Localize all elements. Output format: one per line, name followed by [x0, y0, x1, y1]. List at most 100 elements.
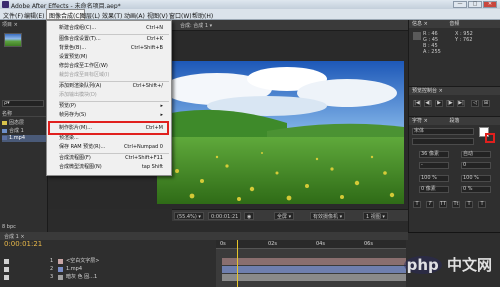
menu-item-save-ram-preview[interactable]: 保存 RAM 预览(R)... Ctrl+Numpad 0 [47, 143, 171, 152]
snapshot-icon[interactable]: ◉ [244, 212, 255, 220]
layer-name: <空白文字层> [66, 258, 100, 264]
small-caps-button[interactable]: Tt [452, 201, 460, 208]
maximize-button[interactable]: □ [468, 1, 482, 8]
menu-item-composition-settings[interactable]: 图像合成设置(T)... Ctrl+K [47, 35, 171, 44]
menu-item-set-poster-time[interactable]: 设置预览(M) [47, 53, 171, 62]
color-swatch [413, 32, 421, 40]
view-layout-select[interactable]: 1 视图 ▾ [363, 212, 388, 220]
site-watermark: php 中文网 [403, 254, 492, 275]
superscript-button[interactable]: T [465, 201, 473, 208]
menu-item-crop-to-region[interactable]: 裁剪合成至目标区域(I) [47, 71, 171, 80]
vertical-scale-field[interactable]: 100 % [419, 175, 449, 182]
subscript-button[interactable]: T [478, 201, 486, 208]
active-camera-select[interactable]: 有效摄像机 ▾ [310, 212, 346, 220]
font-style-select[interactable] [412, 138, 474, 145]
visibility-eye-icon[interactable] [4, 275, 9, 280]
viewer-tab-bar: 合成: 合成 1 ▾ [172, 20, 408, 31]
menu-item-add-to-render-queue[interactable]: 添加到渲染队列(A) Ctrl+Shift+/ [47, 82, 171, 91]
menu-item-composition-flowchart[interactable]: 合成流程图(F) Ctrl+Shift+F11 [47, 154, 171, 163]
ruler-tick-label: 06s [364, 241, 373, 247]
audio-tab[interactable]: 音频 [449, 21, 459, 27]
stroke-color-swatch[interactable] [485, 133, 495, 143]
project-item-solids[interactable]: 固态层 [2, 119, 46, 126]
menu-effect[interactable]: 效果(T) [102, 11, 122, 20]
minimize-button[interactable]: — [453, 1, 467, 8]
playhead[interactable] [237, 240, 238, 287]
resolution-select[interactable]: 全屏 ▾ [274, 212, 295, 220]
project-tab[interactable]: 项目 × [2, 21, 18, 29]
faux-italic-button[interactable]: T [426, 201, 434, 208]
play-button[interactable]: ▶ [435, 100, 443, 107]
menu-item-save-frame-as[interactable]: 帧另存为(S) ▸ [47, 111, 171, 120]
project-item-footage[interactable]: 1.mp4 [2, 135, 46, 142]
character-panel-header: 字符 × 段落 [409, 117, 500, 125]
first-frame-button[interactable]: |◀ [413, 100, 421, 107]
menu-file[interactable]: 文件(F) [3, 11, 23, 20]
after-effects-app-icon [2, 1, 9, 8]
character-tab[interactable]: 字符 × [412, 118, 428, 124]
project-item-label: 固态层 [9, 120, 25, 126]
timeline-layer-row[interactable]: 2 1.mp4 [0, 266, 216, 273]
bit-depth-button[interactable]: 8 bpc [2, 224, 16, 232]
loop-button[interactable]: ⊞ [482, 100, 490, 107]
menu-edit[interactable]: 编辑(E) [24, 11, 44, 20]
close-button[interactable]: ✕ [483, 1, 497, 8]
menu-layer[interactable]: 图层(L) [80, 11, 100, 20]
title-bar: Adobe After Effects - 未命名项目.aep* — □ ✕ [0, 0, 500, 10]
visibility-eye-icon[interactable] [4, 259, 9, 264]
menu-view[interactable]: 视图(V) [147, 11, 168, 20]
grassland-scene [157, 61, 404, 204]
current-time-display[interactable]: 0:00:01:21 [208, 212, 242, 220]
layer-name: 1.mp4 [66, 266, 82, 272]
timeline-current-time[interactable]: 0:00:01:21 [4, 240, 42, 248]
previous-frame-button[interactable]: ◀| [424, 100, 432, 107]
watermark-text: 中文网 [441, 256, 492, 274]
project-item-label: 1.mp4 [9, 135, 25, 141]
next-frame-button[interactable]: |▶ [446, 100, 454, 107]
timeline-tab-bar: 合成 1 × [0, 232, 408, 240]
font-family-select[interactable]: 宋体 [412, 128, 474, 135]
timeline-layer-row[interactable]: 3 暗灰 色 固...1 [0, 274, 216, 281]
menu-window[interactable]: 窗口(W) [169, 11, 192, 20]
font-size-field[interactable]: 36 像素 [419, 151, 449, 158]
layer-bar-3[interactable] [222, 274, 406, 281]
project-panel: 项目 × ρ▾ 名称 固态层 合成 1 1.mp4 8 bpc [0, 20, 48, 232]
menu-item-pre-render[interactable]: 预渲染... [47, 134, 171, 143]
menu-item-new-composition[interactable]: 新建合成组(C)... Ctrl+N [47, 24, 171, 33]
layer-bar-1[interactable] [222, 258, 406, 265]
paragraph-tab[interactable]: 段落 [449, 118, 459, 124]
audio-toggle-button[interactable]: ◁ [471, 100, 479, 107]
menu-item-add-output-module[interactable]: 添加输出模块(D) [47, 91, 171, 100]
ruler-tick-label: 0s [220, 241, 226, 247]
tsume-field[interactable]: 0 % [461, 186, 491, 193]
visibility-eye-icon[interactable] [4, 267, 9, 272]
layer-bar-2[interactable] [222, 266, 406, 273]
menu-item-background-color[interactable]: 背景色(B)... Ctrl+Shift+B [47, 44, 171, 53]
horizontal-scale-field[interactable]: 100 % [461, 175, 491, 182]
layer-number: 1 [50, 258, 54, 264]
tracking-field[interactable]: 0 [461, 162, 491, 169]
faux-bold-button[interactable]: T [413, 201, 421, 208]
watermark-logo: php [403, 256, 442, 274]
menu-item-mini-flowchart[interactable]: 合成微型流程图(N) tap Shift [47, 163, 171, 172]
zoom-select[interactable]: (55.4%) ▾ [174, 212, 204, 220]
last-frame-button[interactable]: ▶| [457, 100, 465, 107]
menu-item-preview[interactable]: 预览(P) ▸ [47, 102, 171, 111]
project-search-input[interactable]: ρ▾ [2, 100, 44, 107]
composition-preview-image [157, 61, 404, 204]
kerning-field[interactable]: - [419, 162, 449, 169]
timeline-layer-row[interactable]: 1 <空白文字层> [0, 258, 216, 265]
project-item-comp[interactable]: 合成 1 [2, 127, 46, 134]
menu-animation[interactable]: 动画(A) [124, 11, 145, 20]
menu-help[interactable]: 帮助(H) [192, 11, 213, 20]
baseline-shift-field[interactable]: 0 像素 [419, 186, 449, 193]
footage-thumbnail [4, 33, 22, 47]
layer-number: 3 [50, 274, 54, 280]
menu-item-trim-to-work-area[interactable]: 修剪合成至工作区(W) [47, 62, 171, 71]
info-tab[interactable]: 信息 × [412, 21, 428, 27]
composition-tab[interactable]: 合成: 合成 1 ▾ [180, 22, 212, 30]
preview-panel-header[interactable]: 预览控制台 × [409, 87, 500, 95]
time-ruler[interactable]: 0s 02s 04s 06s [216, 240, 406, 249]
all-caps-button[interactable]: TT [439, 201, 447, 208]
leading-field[interactable]: 自动 [461, 151, 491, 158]
